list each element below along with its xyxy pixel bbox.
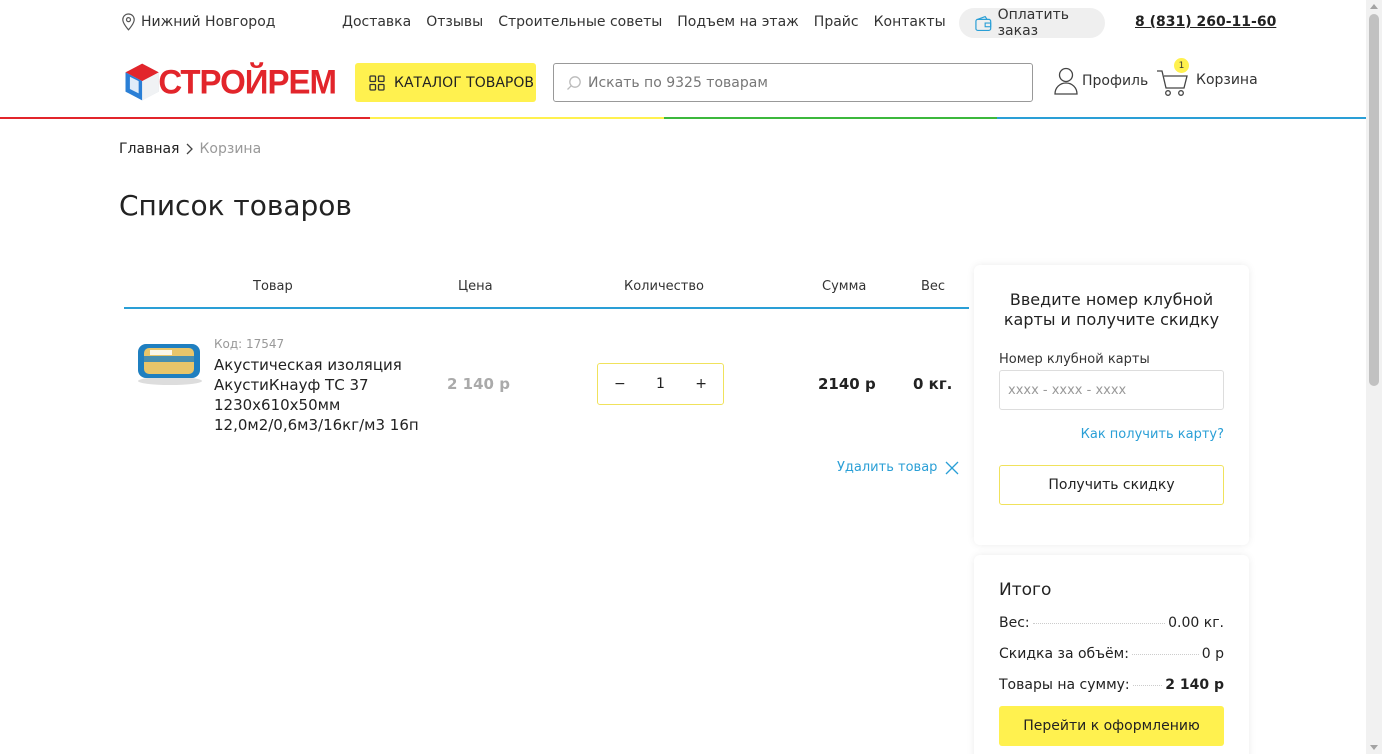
location-pin-icon	[122, 13, 135, 31]
grid-icon	[369, 74, 385, 91]
close-icon	[945, 461, 959, 474]
user-icon	[1054, 67, 1078, 95]
breadcrumb: Главная Корзина	[119, 141, 261, 157]
pay-order-label: Оплатить заказ	[997, 7, 1069, 39]
summary-discount-value: 0 р	[1201, 646, 1224, 662]
header-quantity: Количество	[624, 279, 704, 294]
header-weight: Вес	[921, 279, 946, 294]
search-input[interactable]	[588, 74, 1008, 91]
table-row: Код: 17547 Акустическая изоляция АкустиК…	[124, 330, 969, 440]
cart-link[interactable]: 1 Корзина	[1156, 58, 1258, 98]
quantity-increase-button[interactable]: +	[695, 376, 707, 392]
summary-goods-value: 2 140 р	[1165, 677, 1224, 693]
phone-link[interactable]: 8 (831) 260-11-60	[1135, 14, 1276, 30]
quantity-decrease-button[interactable]: −	[614, 376, 626, 392]
dotted-leader	[1131, 654, 1199, 655]
order-summary-panel: Итого Вес: 0.00 кг. Скидка за объём: 0 р…	[974, 555, 1249, 754]
get-discount-button[interactable]: Получить скидку	[999, 465, 1224, 505]
stripe-green	[664, 117, 997, 119]
nav-price-list[interactable]: Прайс	[814, 14, 859, 30]
nav-building-tips[interactable]: Строительные советы	[498, 14, 662, 30]
top-bar: Нижний Новгород Доставка Отзывы Строител…	[0, 0, 1366, 46]
page-scrollbar[interactable]	[1366, 0, 1382, 754]
header-price: Цена	[458, 279, 493, 294]
scroll-up-arrow-icon[interactable]	[1370, 4, 1378, 9]
delete-item-link[interactable]: Удалить товар	[837, 460, 959, 475]
page-title: Список товаров	[119, 189, 352, 222]
top-nav: Доставка Отзывы Строительные советы Подъ…	[342, 14, 946, 30]
city-name: Нижний Новгород	[141, 14, 276, 30]
club-card-title: Введите номер клубной карты и получите с…	[1003, 290, 1220, 329]
color-stripe	[0, 117, 1366, 119]
logo-text: СТРОЙРЕМ	[158, 62, 337, 101]
stripe-blue	[997, 117, 1366, 119]
product-price: 2 140 р	[447, 375, 510, 393]
profile-label: Профиль	[1082, 73, 1149, 89]
cart-count-badge: 1	[1174, 58, 1189, 73]
logo-icon	[125, 63, 159, 101]
site-logo[interactable]: СТРОЙРЕМ	[122, 58, 337, 106]
cart-icon-wrap: 1	[1156, 58, 1190, 98]
product-sum: 2140 р	[818, 375, 876, 393]
scroll-down-arrow-icon[interactable]	[1370, 745, 1378, 750]
club-card-label: Номер клубной карты	[999, 352, 1150, 367]
delete-item-label: Удалить товар	[837, 460, 938, 475]
summary-weight-value: 0.00 кг.	[1168, 615, 1224, 631]
stripe-red	[0, 117, 370, 119]
header-sum: Сумма	[822, 279, 867, 294]
quantity-stepper: − 1 +	[597, 363, 724, 405]
product-code: Код: 17547	[214, 337, 285, 351]
dotted-leader	[1032, 623, 1166, 624]
summary-discount-label: Скидка за объём:	[999, 646, 1129, 662]
checkout-button[interactable]: Перейти к оформлению	[999, 706, 1224, 746]
dotted-leader	[1132, 685, 1163, 686]
summary-title: Итого	[999, 580, 1052, 600]
product-weight: 0 кг.	[913, 375, 953, 393]
club-card-input[interactable]	[999, 370, 1224, 410]
wallet-icon	[975, 15, 992, 31]
search-icon	[567, 75, 581, 90]
how-to-get-card-link[interactable]: Как получить карту?	[1081, 427, 1224, 442]
pay-order-button[interactable]: Оплатить заказ	[959, 7, 1105, 39]
product-image[interactable]	[136, 336, 204, 386]
search-box	[553, 63, 1033, 102]
catalog-button[interactable]: КАТАЛОГ ТОВАРОВ	[355, 63, 536, 102]
scrollbar-thumb[interactable]	[1369, 14, 1379, 386]
summary-weight-row: Вес: 0.00 кг.	[999, 615, 1224, 631]
summary-goods-label: Товары на сумму:	[999, 677, 1130, 693]
catalog-label: КАТАЛОГ ТОВАРОВ	[394, 74, 534, 91]
chevron-right-icon	[187, 143, 194, 155]
cart-label: Корзина	[1196, 72, 1258, 88]
table-header: Товар Цена Количество Сумма Вес	[124, 272, 969, 309]
nav-delivery[interactable]: Доставка	[342, 14, 411, 30]
product-name[interactable]: Акустическая изоляция АкустиКнауф ТС 37 …	[214, 355, 424, 435]
nav-reviews[interactable]: Отзывы	[426, 14, 483, 30]
breadcrumb-current: Корзина	[199, 141, 262, 157]
summary-discount-row: Скидка за объём: 0 р	[999, 646, 1224, 662]
summary-weight-label: Вес:	[999, 615, 1030, 631]
nav-floor-lifting[interactable]: Подъем на этаж	[677, 14, 799, 30]
city-selector[interactable]: Нижний Новгород	[121, 13, 275, 31]
stripe-yellow	[370, 117, 664, 119]
nav-contacts[interactable]: Контакты	[874, 14, 946, 30]
summary-goods-row: Товары на сумму: 2 140 р	[999, 677, 1224, 693]
breadcrumb-home[interactable]: Главная	[119, 141, 179, 157]
quantity-value[interactable]: 1	[656, 376, 665, 392]
profile-link[interactable]: Профиль	[1054, 67, 1148, 95]
header-product: Товар	[253, 279, 293, 294]
club-card-panel: Введите номер клубной карты и получите с…	[974, 265, 1249, 545]
